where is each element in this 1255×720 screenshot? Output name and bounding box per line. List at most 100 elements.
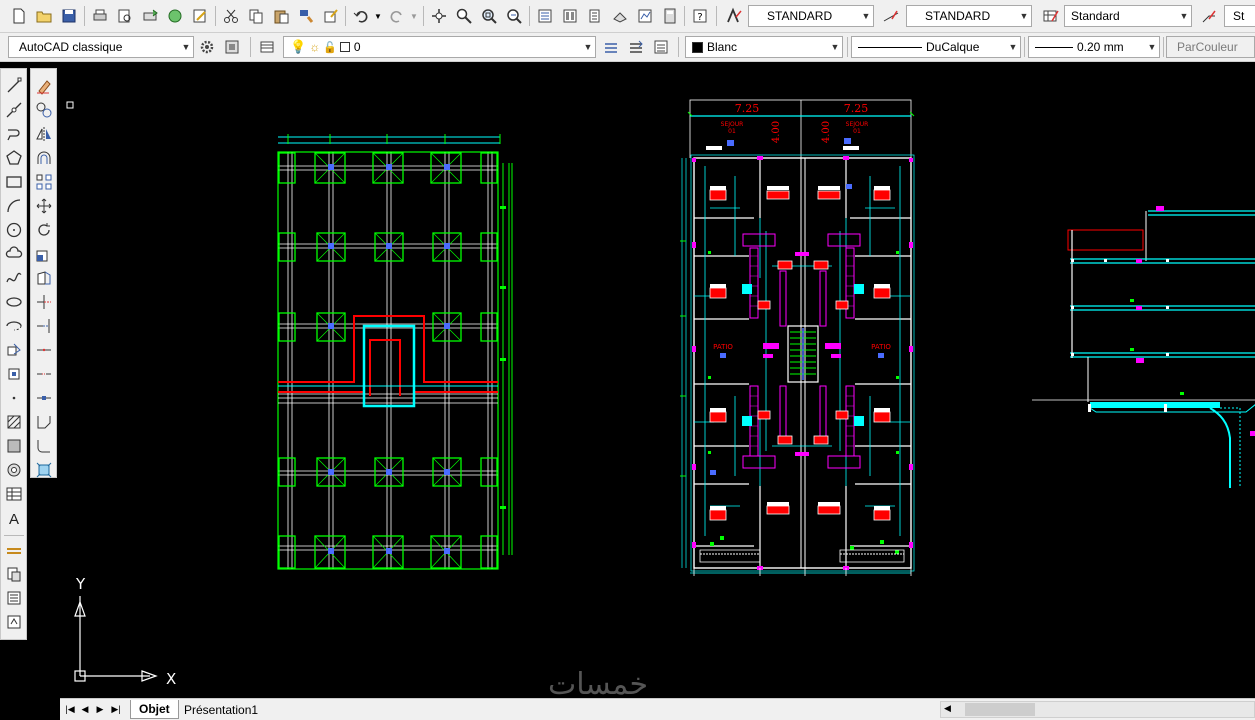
layer-dropdown[interactable]: 💡 ☼ 🔓 0 ▼ [283, 36, 596, 58]
publish-icon[interactable] [139, 5, 161, 27]
scrollbar-thumb[interactable] [965, 703, 1035, 716]
markup-set-icon[interactable] [634, 5, 656, 27]
hatch-icon[interactable] [3, 411, 25, 433]
zoom-window-icon[interactable] [478, 5, 500, 27]
layer-properties-icon[interactable] [256, 36, 278, 58]
tab-model[interactable]: Objet [130, 700, 179, 719]
copy-object-icon[interactable] [33, 99, 55, 121]
make-block-icon[interactable] [3, 363, 25, 385]
print-icon[interactable] [89, 5, 111, 27]
construction-line-icon[interactable] [3, 99, 25, 121]
lock-ui-icon[interactable] [221, 36, 243, 58]
undo-icon[interactable] [350, 5, 372, 27]
extend-icon[interactable] [33, 315, 55, 337]
chevron-down-icon: ▼ [1179, 11, 1189, 21]
next-tab-icon[interactable]: ▶ [94, 701, 106, 717]
multiline-text-icon[interactable]: A [3, 507, 25, 529]
attribute-icon[interactable] [3, 611, 25, 633]
scale-icon[interactable] [33, 243, 55, 265]
3d-dwf-icon[interactable] [164, 5, 186, 27]
rotate-icon[interactable] [33, 219, 55, 241]
region-icon[interactable] [3, 459, 25, 481]
cut-icon[interactable] [220, 5, 242, 27]
layer-previous-icon[interactable] [625, 36, 647, 58]
help-icon[interactable]: ? [689, 5, 711, 27]
join-icon[interactable] [33, 387, 55, 409]
array-icon[interactable] [33, 171, 55, 193]
tool-palettes-icon[interactable] [584, 5, 606, 27]
save-icon[interactable] [58, 5, 80, 27]
multileader-style-icon[interactable] [1198, 5, 1220, 27]
table-style-icon[interactable] [1040, 5, 1062, 27]
offset-icon[interactable] [33, 147, 55, 169]
draw-order-icon[interactable] [3, 587, 25, 609]
design-center-icon[interactable] [559, 5, 581, 27]
redo-dropdown-icon[interactable]: ▼ [408, 5, 420, 27]
tab-layout1[interactable]: Présentation1 [176, 700, 266, 719]
dimension-linear-icon[interactable] [3, 539, 25, 561]
properties-icon[interactable] [534, 5, 556, 27]
block-editor-icon[interactable] [320, 5, 342, 27]
multileader-style-dropdown[interactable]: St [1224, 5, 1255, 27]
text-style-icon[interactable] [723, 5, 745, 27]
drawing-canvas[interactable]: 7.25 7.25 4.00 4.00 SEJOUR 01 SEJOUR 01 [60, 66, 1255, 698]
color-dropdown[interactable]: Blanc ▼ [685, 36, 843, 58]
quick-calc-icon[interactable] [659, 5, 681, 27]
explode-icon[interactable] [33, 459, 55, 481]
chamfer-icon[interactable] [33, 411, 55, 433]
horizontal-scrollbar[interactable]: ◀ [940, 701, 1255, 718]
match-properties-icon[interactable] [295, 5, 317, 27]
ellipse-icon[interactable] [3, 291, 25, 313]
dimension-style-icon[interactable] [880, 5, 902, 27]
pan-icon[interactable] [428, 5, 450, 27]
erase-icon[interactable] [33, 75, 55, 97]
table-icon[interactable] [3, 483, 25, 505]
zoom-realtime-icon[interactable] [453, 5, 475, 27]
make-object-layer-current-icon[interactable] [600, 36, 622, 58]
undo-dropdown-icon[interactable]: ▼ [372, 5, 384, 27]
point-icon[interactable] [3, 387, 25, 409]
previous-tab-icon[interactable]: ◀ [79, 701, 91, 717]
zoom-previous-icon[interactable] [503, 5, 525, 27]
open-file-icon[interactable] [33, 5, 55, 27]
polygon-icon[interactable] [3, 147, 25, 169]
insert-block-icon[interactable] [3, 339, 25, 361]
stretch-icon[interactable] [33, 267, 55, 289]
paste-icon[interactable] [270, 5, 292, 27]
linetype-dropdown[interactable]: DuCalque ▼ [851, 36, 1021, 58]
trim-icon[interactable] [33, 291, 55, 313]
sheet-set-manager-icon[interactable] [609, 5, 631, 27]
arc-icon[interactable] [3, 195, 25, 217]
workspace-settings-icon[interactable] [196, 36, 218, 58]
layer-walk-icon[interactable] [3, 563, 25, 585]
copy-icon[interactable] [245, 5, 267, 27]
scroll-left-icon[interactable]: ◀ [944, 703, 951, 714]
workspace-dropdown[interactable]: AutoCAD classique ▼ [8, 36, 194, 58]
redo-icon[interactable] [386, 5, 408, 27]
layer-states-icon[interactable] [650, 36, 672, 58]
revision-cloud-icon[interactable] [3, 243, 25, 265]
circle-icon[interactable] [3, 219, 25, 241]
fillet-icon[interactable] [33, 435, 55, 457]
drawing-area: 7.25 7.25 4.00 4.00 SEJOUR 01 SEJOUR 01 [66, 99, 1255, 682]
gradient-icon[interactable] [3, 435, 25, 457]
print-preview-icon[interactable] [114, 5, 136, 27]
last-tab-icon[interactable]: ▶| [110, 701, 122, 717]
polyline-icon[interactable] [3, 123, 25, 145]
spline-icon[interactable] [3, 267, 25, 289]
dimension-style-dropdown[interactable]: STANDARD ▼ [906, 5, 1032, 27]
section-view [1032, 206, 1255, 488]
rectangle-icon[interactable] [3, 171, 25, 193]
line-icon[interactable] [3, 75, 25, 97]
mirror-icon[interactable] [33, 123, 55, 145]
text-style-dropdown[interactable]: STANDARD ▼ [748, 5, 874, 27]
move-icon[interactable] [33, 195, 55, 217]
first-tab-icon[interactable]: |◀ [64, 701, 76, 717]
sheet-set-icon[interactable] [189, 5, 211, 27]
break-at-point-icon[interactable] [33, 339, 55, 361]
break-icon[interactable] [33, 363, 55, 385]
lineweight-dropdown[interactable]: 0.20 mm ▼ [1028, 36, 1160, 58]
ellipse-arc-icon[interactable] [3, 315, 25, 337]
new-file-icon[interactable] [8, 5, 30, 27]
table-style-dropdown[interactable]: Standard ▼ [1064, 5, 1192, 27]
